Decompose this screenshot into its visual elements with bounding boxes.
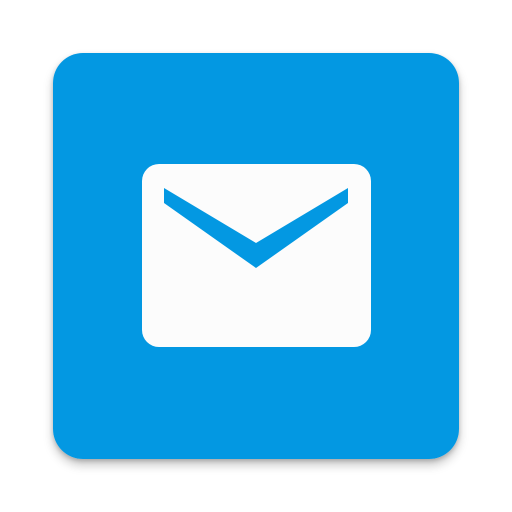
mail-app-icon[interactable] (53, 53, 459, 459)
mail-envelope-icon (53, 53, 459, 459)
icon-canvas (0, 0, 512, 512)
